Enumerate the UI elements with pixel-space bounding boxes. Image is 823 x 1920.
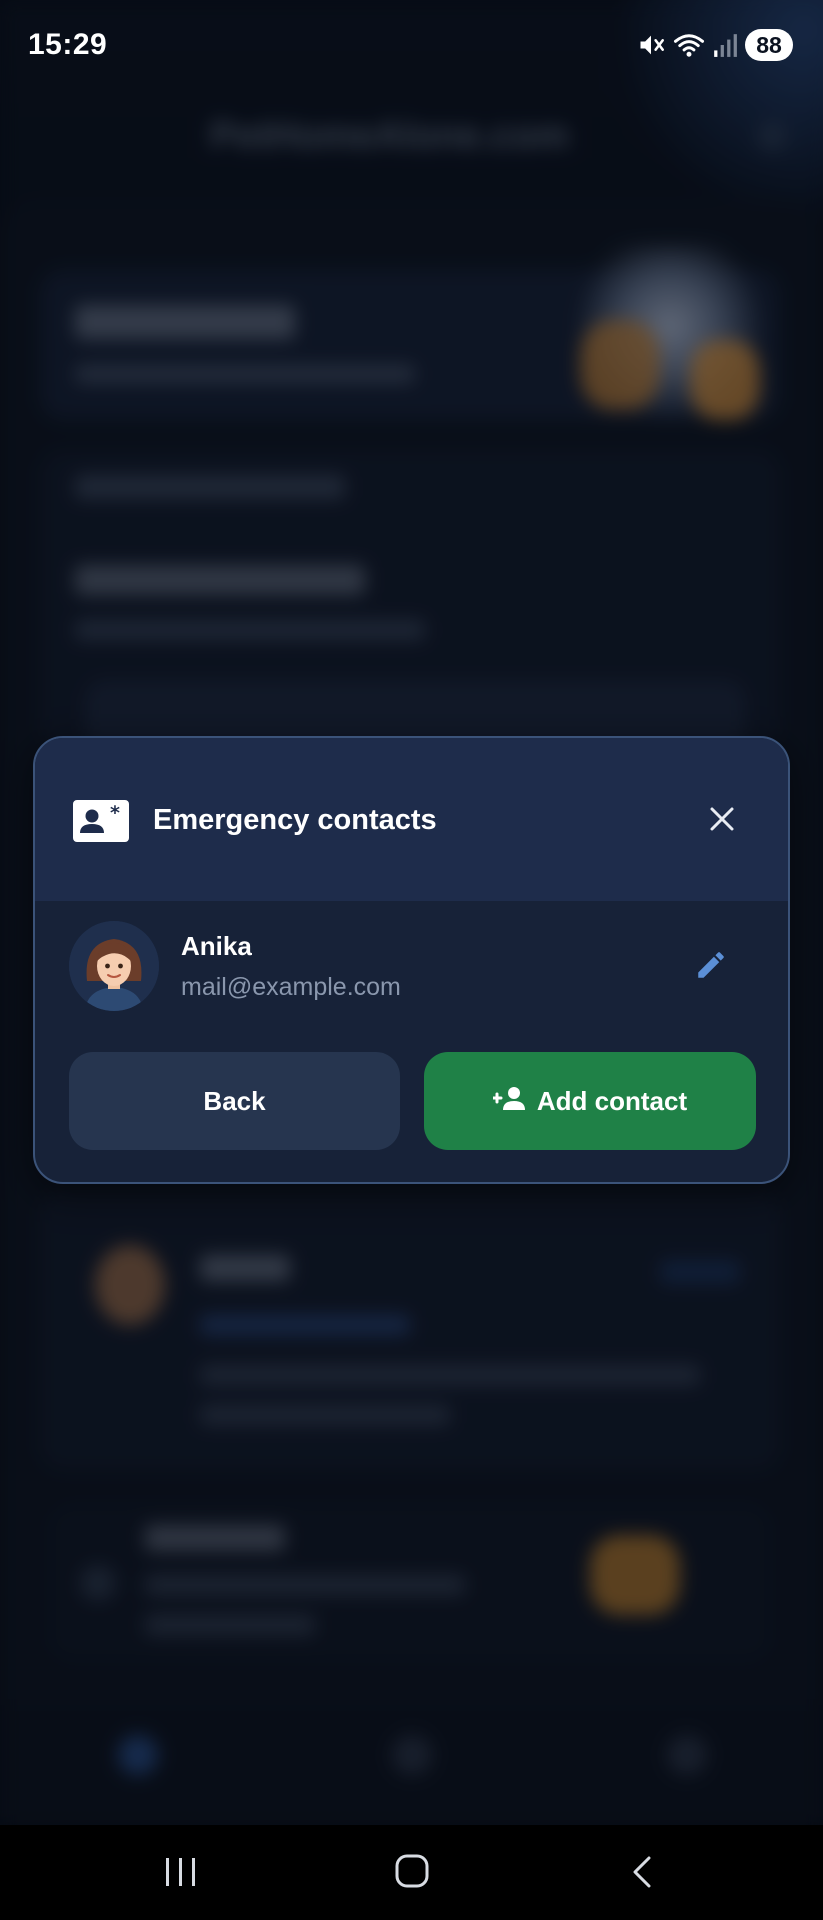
contact-email: mail@example.com	[181, 973, 401, 1001]
contact-name: Anika	[181, 931, 252, 961]
contact-list-item[interactable]: Anika mail@example.com	[35, 901, 788, 1031]
add-contact-label: Add contact	[536, 1085, 688, 1116]
avatar	[69, 921, 159, 1011]
edit-contact-button[interactable]	[687, 943, 735, 991]
back-button[interactable]: Back	[69, 1052, 400, 1150]
mute-icon	[637, 31, 665, 59]
status-bar: 15:29 88	[0, 0, 823, 90]
home-icon[interactable]	[394, 1853, 430, 1894]
wifi-icon	[673, 31, 705, 59]
contact-card-icon: *	[73, 800, 129, 842]
dialog-header: * Emergency contacts	[35, 738, 788, 901]
close-icon	[709, 806, 735, 837]
edit-pencil-icon	[694, 948, 728, 987]
recent-apps-icon[interactable]	[163, 1855, 199, 1894]
back-icon[interactable]	[627, 1855, 657, 1894]
person-add-icon	[491, 1085, 527, 1118]
system-navigation-bar	[0, 1825, 823, 1920]
svg-text:*: *	[110, 802, 120, 824]
back-button-label: Back	[203, 1085, 266, 1116]
status-icons: 88	[637, 27, 793, 63]
add-contact-button[interactable]: Add contact	[424, 1052, 756, 1150]
screen: PetHomeAlone.com 15:29 88 * Emergency co…	[0, 0, 823, 1920]
battery-icon: 88	[745, 29, 793, 61]
dialog-title: Emergency contacts	[153, 804, 437, 836]
signal-icon	[713, 32, 737, 58]
emergency-contacts-dialog: * Emergency contacts Anika mail@example.…	[33, 736, 790, 1184]
close-button[interactable]	[695, 794, 749, 848]
status-time: 15:29	[28, 28, 108, 61]
